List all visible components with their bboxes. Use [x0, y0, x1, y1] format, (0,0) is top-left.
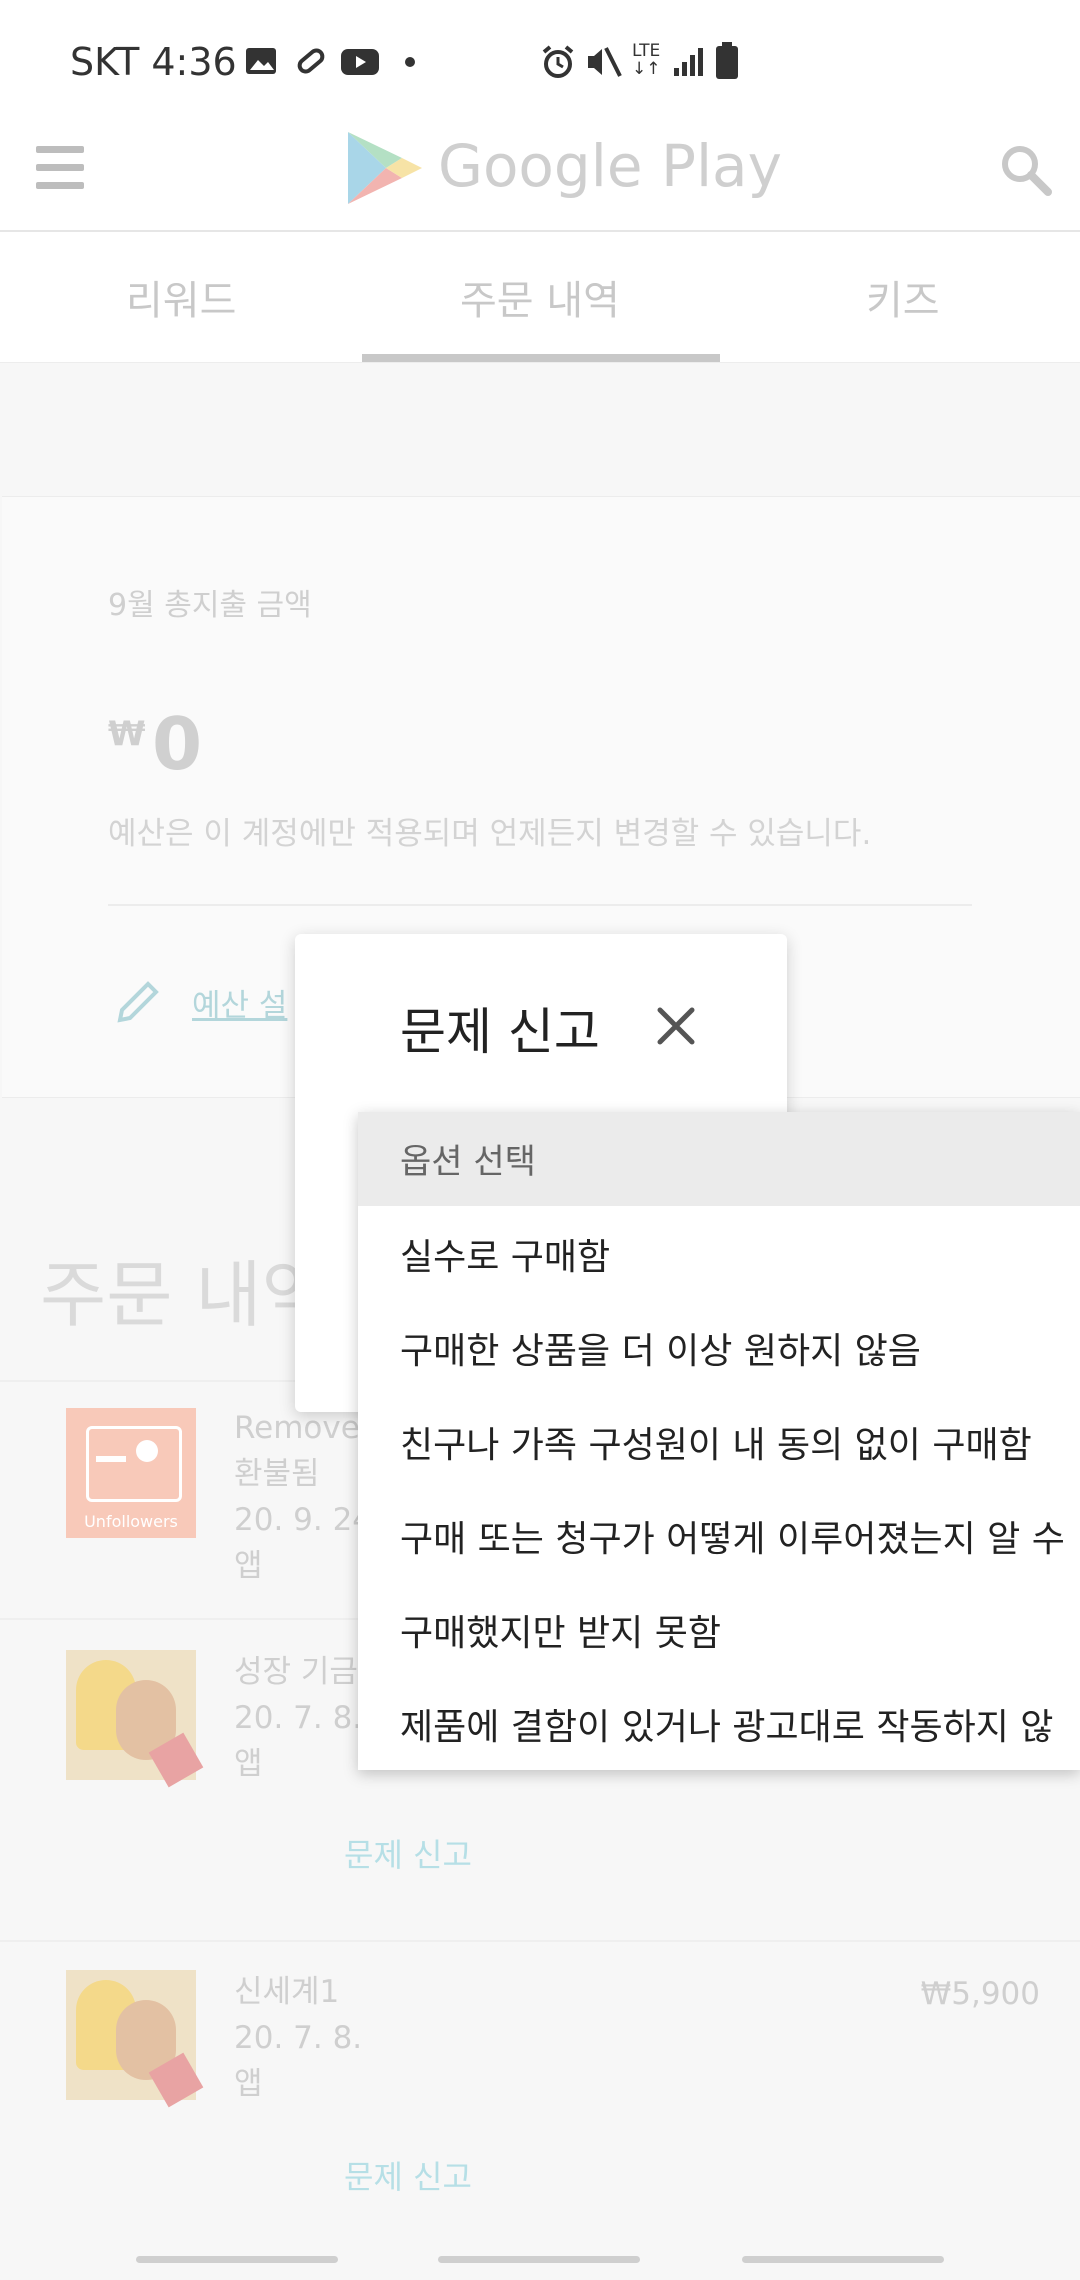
nav-home[interactable]: [438, 2256, 640, 2263]
pencil-icon[interactable]: [112, 976, 164, 1028]
dropdown-option[interactable]: 구매했지만 받지 못함: [358, 1582, 1080, 1676]
dialog-title: 문제 신고: [400, 1003, 600, 1061]
order-date: 20. 7. 8.: [234, 2020, 363, 2056]
tab-rewards[interactable]: 리워드: [126, 268, 236, 326]
dropdown-placeholder[interactable]: 옵션 선택: [358, 1112, 1080, 1206]
bandage-icon: [297, 48, 325, 74]
report-problem-link[interactable]: 문제 신고: [344, 2152, 472, 2198]
report-problem-link[interactable]: 문제 신고: [344, 1830, 472, 1876]
order-price: ₩5,900: [920, 1976, 1040, 2012]
budget-currency: ₩: [108, 714, 146, 754]
app-thumbnail: [66, 1970, 204, 2108]
app-thumbnail: [66, 1650, 204, 1788]
order-status: 환불됨: [234, 1456, 320, 1492]
menu-icon[interactable]: [36, 146, 84, 190]
nav-back[interactable]: [742, 2256, 944, 2263]
order-date: 20. 9. 24: [234, 1502, 373, 1538]
dot-icon: [405, 57, 415, 67]
lte-icon: LTE ↓↑: [632, 41, 661, 79]
order-history-title: 주문 내역: [40, 1253, 328, 1337]
order-type: 앱: [234, 2066, 263, 2102]
dropdown-option[interactable]: 구매 또는 청구가 어떻게 이루어졌는지 알 수: [358, 1488, 1080, 1582]
nav-recent-apps[interactable]: [136, 2256, 338, 2263]
dropdown-option[interactable]: 실수로 구매함: [358, 1206, 1080, 1300]
image-icon: [246, 48, 276, 74]
youtube-icon: [341, 49, 379, 75]
tab-selected-indicator: [362, 354, 720, 362]
close-icon[interactable]: [654, 1004, 698, 1048]
dropdown-option[interactable]: 제품에 결함이 있거나 광고대로 작동하지 않: [358, 1676, 1080, 1770]
app-thumbnail: Unfollowers: [66, 1408, 196, 1538]
order-app-name: 신세계1: [234, 1974, 340, 2010]
alarm-icon: [542, 45, 574, 78]
divider: [108, 904, 972, 906]
budget-note: 예산은 이 계정에만 적용되며 언제든지 변경할 수 있습니다.: [108, 816, 872, 852]
dropdown-option[interactable]: 구매한 상품을 더 이상 원하지 않음: [358, 1300, 1080, 1394]
budget-amount: 0: [152, 702, 203, 786]
budget-settings-link[interactable]: 예산 설: [192, 980, 287, 1025]
mute-icon: [588, 47, 622, 77]
order-type: 앱: [234, 1548, 263, 1584]
reason-dropdown-menu: 옵션 선택 실수로 구매함 구매한 상품을 더 이상 원하지 않음 친구나 가족…: [358, 1112, 1080, 1770]
order-app-name: Remove: [234, 1410, 360, 1446]
battery-icon: [716, 42, 738, 79]
order-type: 앱: [234, 1746, 263, 1782]
tab-kids[interactable]: 키즈: [866, 268, 940, 326]
status-time: SKT 4:36: [70, 40, 237, 84]
dropdown-option[interactable]: 친구나 가족 구성원이 내 동의 없이 구매함: [358, 1394, 1080, 1488]
google-play-logo-icon: [348, 132, 422, 204]
search-icon[interactable]: [996, 140, 1056, 200]
brand-title: Google Play: [438, 132, 782, 200]
divider: [0, 1940, 1080, 1942]
budget-label: 9월 총지출 금액: [108, 588, 312, 623]
signal-icon: [674, 48, 703, 76]
tab-order-history[interactable]: 주문 내역: [460, 268, 620, 326]
order-app-name: 성장 기금: [234, 1654, 358, 1690]
order-date: 20. 7. 8.: [234, 1700, 363, 1736]
